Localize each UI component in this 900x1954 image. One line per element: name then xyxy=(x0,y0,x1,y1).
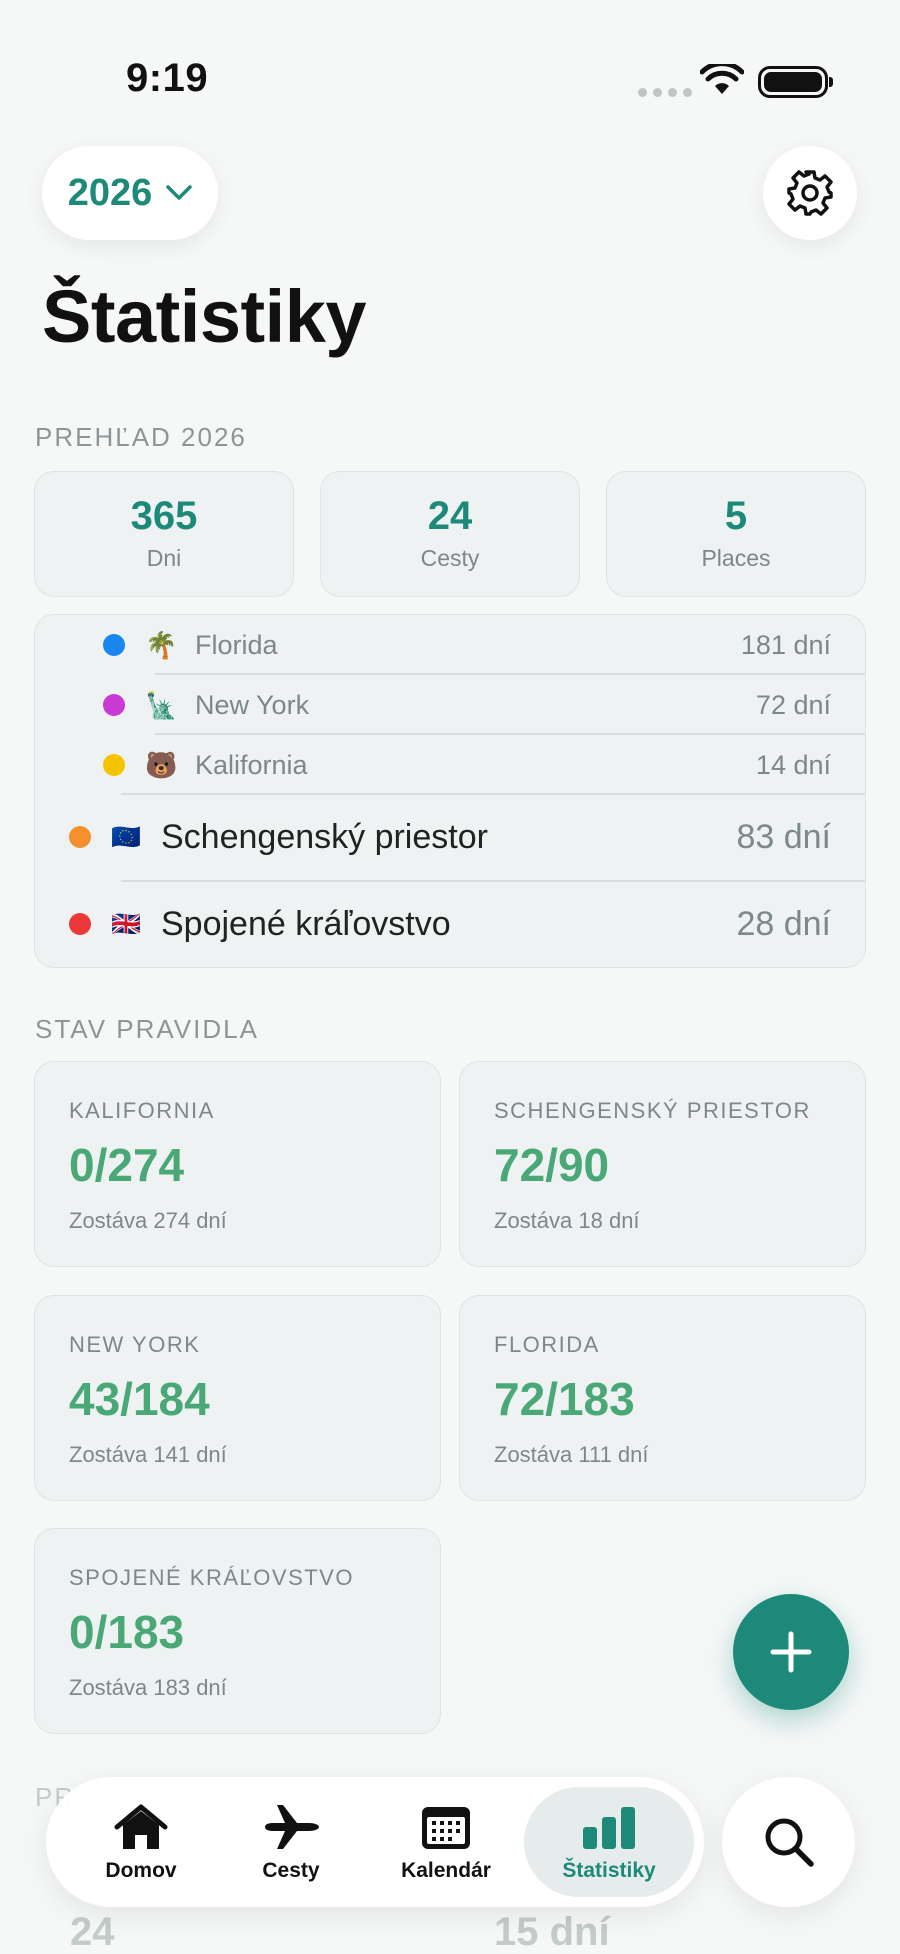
bear-icon: 🐻 xyxy=(145,749,178,780)
rule-value: 72/90 xyxy=(494,1139,610,1191)
stat-value: 24 xyxy=(427,494,473,538)
stat-value: 365 xyxy=(130,494,198,538)
plus-icon xyxy=(770,1631,812,1673)
eu-flag-icon: 🇪🇺 xyxy=(111,823,141,851)
stat-card-trips: 24 Cesty xyxy=(320,471,580,597)
color-dot xyxy=(69,913,91,935)
rule-card-florida[interactable]: FLORIDA 72/183 Zostáva 111 dní xyxy=(459,1295,866,1501)
stat-card-places: 5 Places xyxy=(606,471,866,597)
rule-card-schengen[interactable]: SCHENGENSKÝ PRIESTOR 72/90 Zostáva 18 dn… xyxy=(459,1061,866,1267)
rule-title: NEW YORK xyxy=(69,1332,201,1357)
place-name: Spojené kráľovstvo xyxy=(161,904,451,943)
tab-bar: Domov Cesty Kalendár Štatistiky xyxy=(46,1777,704,1907)
calendar-icon xyxy=(422,1807,470,1849)
stat-value: 5 xyxy=(724,494,748,538)
place-name: Kalifornia xyxy=(195,749,308,780)
divider xyxy=(121,793,865,795)
place-days: 72 dní xyxy=(755,689,831,720)
place-name: New York xyxy=(195,689,310,720)
settings-button[interactable] xyxy=(763,146,857,240)
airplane-icon xyxy=(265,1805,319,1849)
rule-value: 43/184 xyxy=(69,1373,210,1425)
rule-remaining: Zostáva 18 dní xyxy=(494,1208,640,1233)
rule-value: 72/183 xyxy=(494,1373,635,1425)
color-dot xyxy=(69,826,91,848)
rule-title: FLORIDA xyxy=(494,1332,600,1357)
divider xyxy=(155,733,865,735)
tab-statistics[interactable]: Štatistiky xyxy=(524,1787,694,1897)
chart-bar-icon xyxy=(583,1807,635,1849)
rule-value: 0/183 xyxy=(69,1606,185,1658)
battery-icon xyxy=(758,66,833,98)
place-days: 83 dní xyxy=(736,817,831,856)
divider xyxy=(121,880,865,882)
search-icon xyxy=(765,1818,814,1867)
rule-remaining: Zostáva 111 dní xyxy=(494,1442,649,1467)
search-button[interactable] xyxy=(722,1777,855,1907)
rule-title: SPOJENÉ KRÁĽOVSTVO xyxy=(69,1565,354,1590)
faded-value-right: 15 dní xyxy=(494,1910,610,1954)
rule-title: KALIFORNIA xyxy=(69,1098,215,1123)
rule-title: SCHENGENSKÝ PRIESTOR xyxy=(494,1098,811,1123)
tab-calendar[interactable]: Kalendár xyxy=(376,1777,516,1907)
rule-value: 0/274 xyxy=(69,1139,185,1191)
gear-icon xyxy=(787,170,833,216)
place-name: Schengenský priestor xyxy=(161,817,488,856)
palm-tree-icon: 🌴 xyxy=(145,629,178,660)
stat-card-days: 365 Dni xyxy=(34,471,294,597)
statue-of-liberty-icon: 🗽 xyxy=(145,689,178,720)
overview-section-label: PREHĽAD 2026 xyxy=(35,422,247,452)
place-days: 181 dní xyxy=(740,629,831,660)
year-picker-button[interactable]: 2026 xyxy=(42,146,218,240)
rule-card-california[interactable]: KALIFORNIA 0/274 Zostáva 274 dní xyxy=(34,1061,441,1267)
places-list: 🌴 Florida 181 dní 🗽 New York 72 dní 🐻 Ka… xyxy=(34,614,866,968)
rule-card-new-york[interactable]: NEW YORK 43/184 Zostáva 141 dní xyxy=(34,1295,441,1501)
status-time: 9:19 xyxy=(126,56,209,100)
tab-label: Domov xyxy=(105,1859,177,1882)
rule-card-uk[interactable]: SPOJENÉ KRÁĽOVSTVO 0/183 Zostáva 183 dní xyxy=(34,1528,441,1734)
stat-caption: Places xyxy=(701,545,771,571)
stat-caption: Dni xyxy=(146,545,182,571)
tab-label: Cesty xyxy=(262,1859,320,1882)
tab-label: Kalendár xyxy=(401,1859,491,1882)
wifi-icon xyxy=(700,64,744,94)
place-days: 14 dní xyxy=(755,749,831,780)
faded-value-left: 24 xyxy=(70,1910,115,1954)
house-icon xyxy=(114,1804,168,1849)
page-title: Štatistiky xyxy=(42,275,367,358)
color-dot xyxy=(103,634,125,656)
uk-flag-icon: 🇬🇧 xyxy=(111,910,141,938)
cellular-signal-icon xyxy=(638,88,692,97)
tab-home[interactable]: Domov xyxy=(76,1777,206,1907)
rule-remaining: Zostáva 274 dní xyxy=(69,1208,227,1233)
tab-label: Štatistiky xyxy=(562,1859,656,1882)
divider xyxy=(155,673,865,675)
color-dot xyxy=(103,694,125,716)
rule-remaining: Zostáva 141 dní xyxy=(69,1442,227,1467)
stat-caption: Cesty xyxy=(420,545,480,571)
rules-section-label: STAV PRAVIDLA xyxy=(35,1014,259,1044)
year-label: 2026 xyxy=(67,171,153,214)
color-dot xyxy=(103,754,125,776)
place-days: 28 dní xyxy=(736,904,831,943)
tab-trips[interactable]: Cesty xyxy=(226,1777,356,1907)
place-name: Florida xyxy=(195,629,278,660)
add-button[interactable] xyxy=(733,1594,849,1710)
chevron-down-icon xyxy=(166,185,193,200)
rule-remaining: Zostáva 183 dní xyxy=(69,1675,227,1700)
